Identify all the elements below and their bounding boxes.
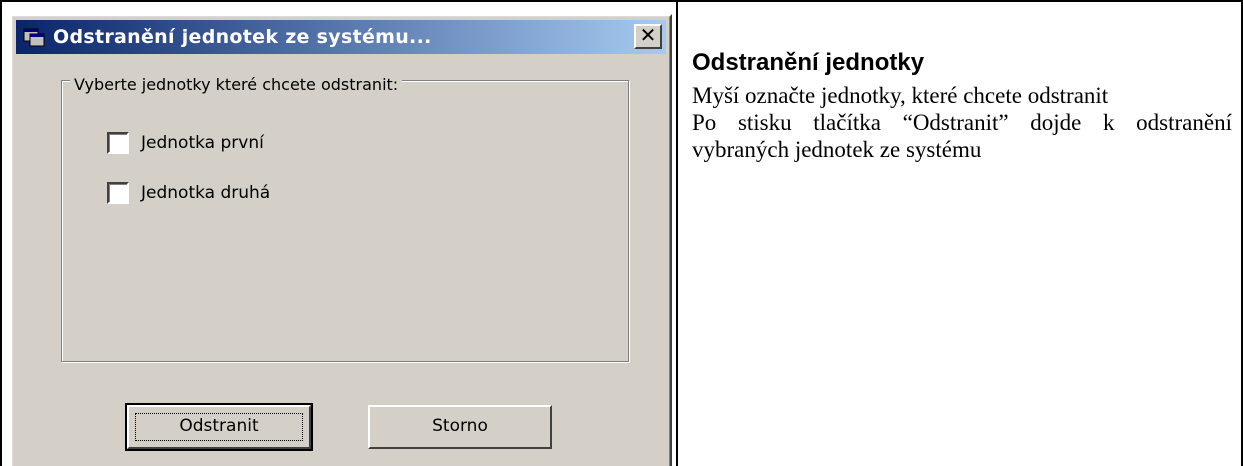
description-paragraph: Po stisku tlačítka “Odstranit” dojde k o… — [692, 110, 1232, 162]
checkbox-label: Jednotka druhá — [141, 183, 271, 203]
table-border-left — [0, 0, 2, 466]
groupbox-label: Vyberte jednotky které chcete odstranit: — [70, 76, 403, 94]
dialog-titlebar[interactable]: Odstranění jednotek ze systému... ✕ — [16, 20, 666, 54]
description-panel: Odstranění jednotky Myší označte jednotk… — [692, 48, 1232, 163]
description-heading: Odstranění jednotky — [692, 49, 925, 76]
units-groupbox — [61, 80, 629, 362]
checkbox-box[interactable] — [107, 132, 129, 154]
close-icon: ✕ — [639, 23, 657, 47]
remove-button-label: Odstranit — [179, 416, 259, 436]
close-button[interactable]: ✕ — [634, 23, 662, 49]
dialog-title: Odstranění jednotek ze systému... — [53, 26, 432, 48]
cancel-button-label: Storno — [432, 416, 488, 436]
checkbox-label: Jednotka první — [141, 133, 264, 153]
remove-units-dialog: Odstranění jednotek ze systému... ✕ Vybe… — [10, 14, 672, 466]
description-paragraph: Myší označte jednotky, které chcete odst… — [692, 83, 1109, 108]
remove-button[interactable]: Odstranit — [125, 403, 313, 451]
app-window-icon — [23, 28, 45, 47]
table-border-middle — [676, 0, 678, 466]
checkbox-box[interactable] — [107, 182, 129, 204]
cancel-button[interactable]: Storno — [368, 405, 552, 449]
table-border-top — [0, 0, 1243, 2]
